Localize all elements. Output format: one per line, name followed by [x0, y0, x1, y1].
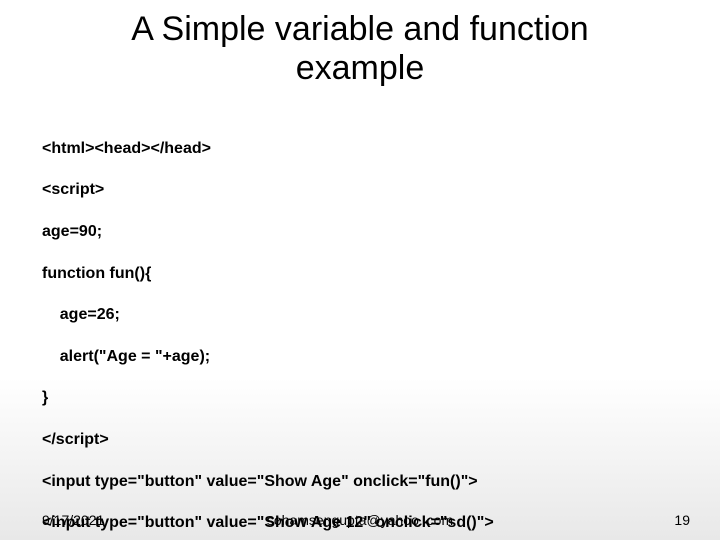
- code-line: <input type="button" value="Show Age" on…: [42, 472, 494, 493]
- footer-page-number: 19: [674, 512, 690, 528]
- code-line: </script>: [42, 430, 494, 451]
- title-line-2: example: [296, 49, 425, 87]
- code-line: age=26;: [42, 305, 494, 326]
- code-line: function fun(){: [42, 264, 494, 285]
- code-block: <html><head></head> <script> age=90; fun…: [42, 118, 494, 540]
- code-line: age=90;: [42, 222, 494, 243]
- title-line-1: A Simple variable and function: [131, 10, 588, 48]
- slide: A Simple variable and function example <…: [0, 0, 720, 540]
- code-line: <script>: [42, 180, 494, 201]
- code-line: <html><head></head>: [42, 139, 494, 160]
- code-line: alert("Age = "+age);: [42, 347, 494, 368]
- code-line: }: [42, 388, 494, 409]
- slide-title: A Simple variable and function example: [0, 0, 720, 88]
- footer-email: sohamsengupta@yahoo. com: [0, 512, 720, 528]
